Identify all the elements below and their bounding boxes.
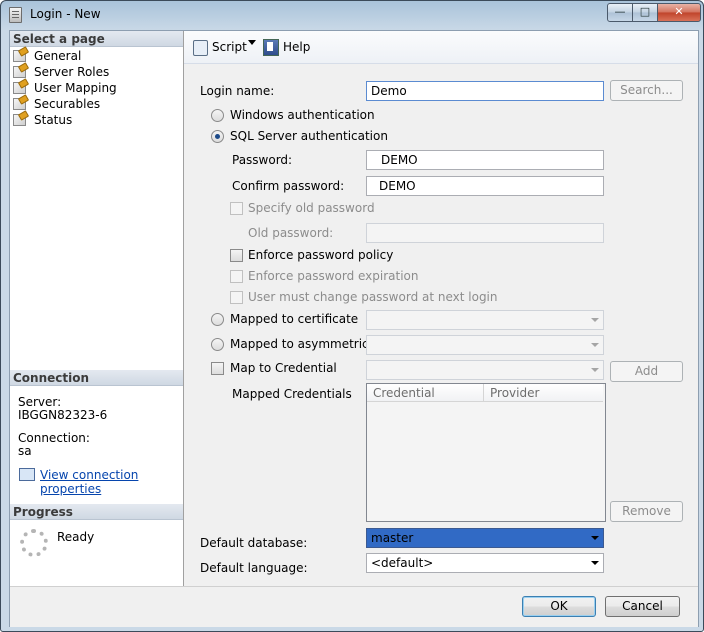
mapped-certificate-label: Mapped to certificate <box>230 312 359 326</box>
view-connection-properties-link[interactable]: View connection properties <box>40 468 183 496</box>
default-language-value: <default> <box>371 556 434 570</box>
map-credential-checkbox[interactable] <box>211 362 224 375</box>
password-input[interactable] <box>366 150 604 170</box>
page-label: Securables <box>34 97 101 111</box>
page-icon <box>13 82 26 94</box>
default-language-select[interactable]: <default> <box>366 553 604 573</box>
default-database-value: master <box>371 531 414 545</box>
login-name-input[interactable] <box>366 81 604 101</box>
chevron-down-icon <box>591 318 599 322</box>
mapped-credentials-label: Mapped Credentials <box>232 387 352 401</box>
window-frame: Login - New — □ ✕ Select a page General … <box>0 0 704 632</box>
windows-auth-radio[interactable] <box>211 109 224 122</box>
map-credential-label: Map to Credential <box>230 361 337 375</box>
asymmetric-key-select[interactable] <box>366 335 604 355</box>
server-value: IBGGN82323-6 <box>18 408 108 422</box>
certificate-select[interactable] <box>366 310 604 330</box>
add-credential-button[interactable]: Add <box>610 361 683 382</box>
progress-spinner-icon <box>20 529 48 557</box>
cancel-button[interactable]: Cancel <box>605 596 680 617</box>
dialog-footer: OK Cancel <box>10 586 698 627</box>
script-button[interactable]: Script <box>193 39 247 56</box>
page-label: General <box>34 49 82 63</box>
sql-auth-radio[interactable] <box>211 130 224 143</box>
page-label: User Mapping <box>34 81 117 95</box>
page-label: Server Roles <box>34 65 110 79</box>
specify-old-password-label: Specify old password <box>248 201 375 215</box>
mapped-credentials-grid[interactable]: Credential Provider <box>366 383 606 522</box>
select-page-heading: Select a page <box>10 31 183 47</box>
enforce-expiration-label: Enforce password expiration <box>248 269 419 283</box>
chevron-down-icon <box>591 536 599 540</box>
confirm-password-input[interactable] <box>366 176 604 196</box>
help-label: Help <box>283 40 311 54</box>
minimize-button[interactable]: — <box>607 3 633 22</box>
progress-status: Ready <box>57 530 95 544</box>
help-icon <box>263 39 279 56</box>
page-icon <box>13 114 26 126</box>
login-name-label: Login name: <box>200 84 275 98</box>
password-label: Password: <box>232 153 293 167</box>
left-pane: Select a page General Server Roles User … <box>10 31 184 586</box>
window-title: Login - New <box>30 7 101 21</box>
script-icon <box>193 40 208 56</box>
provider-column-header[interactable]: Provider <box>484 384 603 402</box>
default-database-select[interactable]: master <box>366 528 604 548</box>
chevron-down-icon <box>591 561 599 565</box>
old-password-label: Old password: <box>248 226 334 240</box>
search-button[interactable]: Search... <box>610 80 683 101</box>
mapped-certificate-radio[interactable] <box>211 313 224 326</box>
remove-credential-button[interactable]: Remove <box>610 501 683 522</box>
confirm-password-label: Confirm password: <box>232 179 345 193</box>
script-label: Script <box>212 40 247 54</box>
page-icon <box>13 66 26 78</box>
title-bar[interactable]: Login - New — □ ✕ <box>2 2 702 26</box>
close-button[interactable]: ✕ <box>657 3 701 22</box>
server-label: Server: <box>18 395 62 409</box>
ok-button[interactable]: OK <box>522 596 596 617</box>
toolbar: Script Help <box>184 31 698 64</box>
chevron-down-icon <box>591 368 599 372</box>
mapped-asymmetric-key-radio[interactable] <box>211 338 224 351</box>
connection-heading: Connection <box>10 370 183 386</box>
enforce-policy-checkbox[interactable] <box>230 249 243 262</box>
page-icon <box>13 50 26 62</box>
sql-auth-label: SQL Server authentication <box>230 129 388 143</box>
connection-value: sa <box>18 444 32 458</box>
progress-heading: Progress <box>10 504 183 520</box>
script-dropdown-arrow-icon[interactable] <box>248 40 256 45</box>
help-button[interactable]: Help <box>263 39 313 56</box>
connection-properties-icon <box>19 468 35 481</box>
enforce-policy-label: Enforce password policy <box>248 248 394 262</box>
dialog-client: Select a page General Server Roles User … <box>9 30 699 627</box>
must-change-label: User must change password at next login <box>248 290 498 304</box>
must-change-checkbox[interactable] <box>230 291 243 304</box>
enforce-expiration-checkbox[interactable] <box>230 270 243 283</box>
specify-old-password-checkbox[interactable] <box>230 202 243 215</box>
chevron-down-icon <box>591 343 599 347</box>
old-password-input[interactable] <box>366 223 604 243</box>
general-page-form: Login name: Search... Windows authentica… <box>184 64 698 586</box>
maximize-button[interactable]: □ <box>632 3 658 22</box>
connection-label: Connection: <box>18 431 90 445</box>
page-label: Status <box>34 113 73 127</box>
page-icon <box>13 98 26 110</box>
default-language-label: Default language: <box>200 561 308 575</box>
document-icon <box>9 7 22 23</box>
credential-select[interactable] <box>366 360 604 380</box>
windows-auth-label: Windows authentication <box>230 108 375 122</box>
default-database-label: Default database: <box>200 536 308 550</box>
credential-column-header[interactable]: Credential <box>367 384 484 402</box>
